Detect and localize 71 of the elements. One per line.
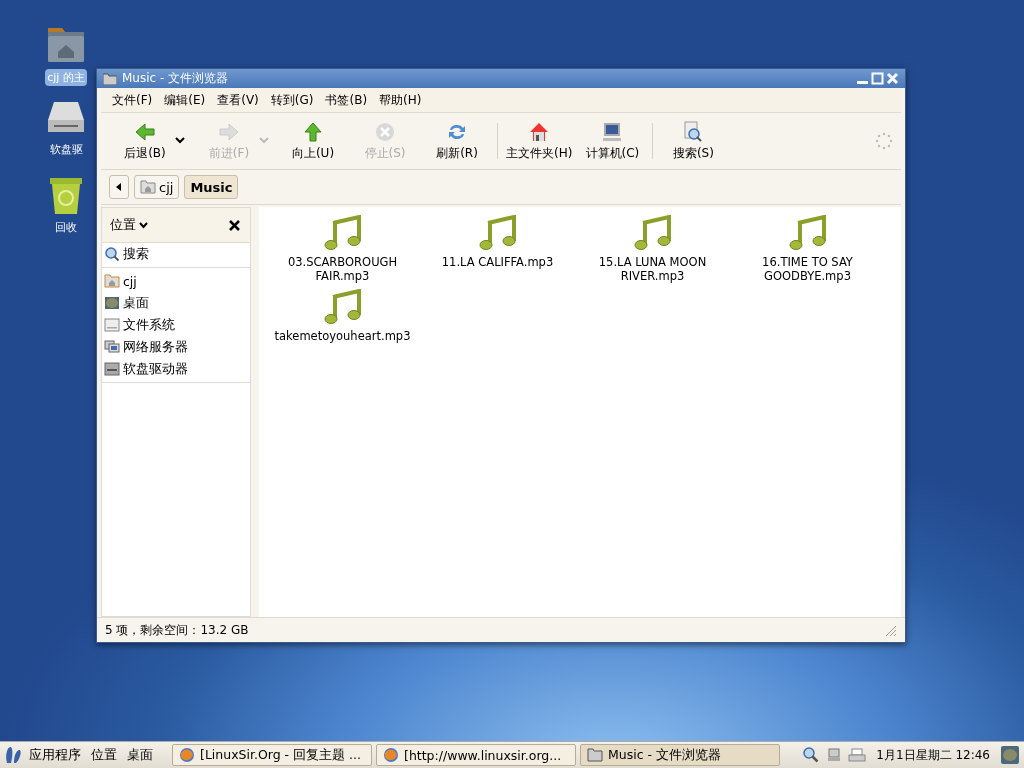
sidebar-item[interactable]: 桌面 (102, 292, 250, 314)
taskbar-button[interactable]: [LinuxSir.Org - 回复主题 ... (172, 744, 372, 766)
places-dropdown[interactable]: 位置 (106, 216, 152, 234)
search-icon (104, 246, 120, 262)
maximize-icon[interactable] (871, 72, 884, 85)
printer-icon[interactable] (848, 747, 867, 763)
show-desktop-icon[interactable] (1000, 745, 1020, 765)
desktop-icon (104, 296, 120, 310)
taskbar-button[interactable]: [http://www.linuxsir.org... (376, 744, 576, 766)
sidebar-item[interactable]: 软盘驱动器 (102, 358, 250, 380)
music-note-icon[interactable] (632, 215, 673, 251)
panel-menu[interactable]: 位置 (88, 746, 120, 764)
file-name[interactable]: 03.SCARBOROUGH FAIR.mp3 (272, 255, 413, 283)
file-name[interactable]: takemetoyouheart.mp3 (272, 329, 413, 343)
computer-icon (601, 120, 624, 143)
menu-item[interactable]: 书签(B) (320, 91, 373, 109)
toolbar-button[interactable]: 向上(U) (277, 118, 349, 164)
path-button[interactable]: Music (184, 175, 239, 199)
dropdown-caret-icon[interactable] (175, 137, 185, 145)
activity-spinner-icon (875, 132, 893, 150)
folder-icon (103, 72, 117, 85)
network-computers-icon (104, 340, 120, 354)
sidebar-item[interactable]: 文件系统 (102, 314, 250, 336)
toolbar-button[interactable]: 计算机(C) (576, 118, 649, 164)
menu-item[interactable]: 帮助(H) (374, 91, 427, 109)
stop-icon (374, 120, 396, 143)
desktop-icon-label[interactable]: 回收 (53, 219, 79, 236)
menu-item[interactable]: 编辑(E) (159, 91, 211, 109)
window-title: Music - 文件浏览器 (122, 70, 230, 87)
sidebar-item[interactable]: 网络服务器 (102, 336, 250, 358)
path-button[interactable]: cjj (134, 175, 180, 199)
sidebar-item[interactable]: 搜索 (102, 243, 250, 265)
file-name[interactable]: 11.LA CALIFFA.mp3 (427, 255, 568, 269)
drive-icon (104, 318, 120, 332)
taskbar-button[interactable]: Music - 文件浏览器 (580, 744, 780, 766)
resize-grip-icon[interactable] (883, 623, 897, 637)
left-arrow-icon (134, 120, 156, 143)
close-icon[interactable] (229, 219, 240, 231)
toolbar-button[interactable]: 搜索(S) (657, 118, 730, 164)
home-folder-icon (104, 274, 120, 288)
music-note-icon[interactable] (787, 215, 828, 251)
toolbar-button[interactable]: 后退(B) (109, 118, 181, 164)
menu-item[interactable]: 查看(V) (212, 91, 264, 109)
music-note-icon[interactable] (322, 289, 363, 325)
panel-menu[interactable]: 桌面 (124, 746, 156, 764)
left-caret-icon (116, 183, 122, 191)
menu-item[interactable]: 转到(G) (265, 91, 319, 109)
network-computer-icon[interactable] (826, 747, 843, 763)
up-arrow-icon (302, 120, 324, 143)
path-back-button[interactable] (109, 175, 129, 199)
status-text: 5 项，剩余空间：13.2 GB (105, 621, 249, 639)
search-icon[interactable] (802, 746, 821, 764)
toolbar-button[interactable]: 主文件夹(H) (502, 118, 577, 164)
floppy-drive-icon (104, 362, 120, 376)
menu-item[interactable]: 文件(F) (107, 91, 158, 109)
home-folder-icon (140, 180, 156, 194)
home-icon (528, 120, 551, 143)
browser-globe-icon (383, 747, 399, 763)
folder-icon (587, 748, 603, 762)
desktop-icon-label[interactable]: 软盘驱 (47, 141, 85, 158)
file-name[interactable]: 15.LA LUNA MOON RIVER.mp3 (582, 255, 723, 283)
sidebar-item[interactable]: cjj (102, 270, 250, 292)
browser-globe-icon (179, 747, 195, 763)
toolbar-button[interactable]: 刷新(R) (421, 118, 493, 164)
music-note-icon[interactable] (477, 215, 518, 251)
file-name[interactable]: 16.TIME TO SAY GOODBYE.mp3 (737, 255, 878, 283)
foot-logo-icon[interactable] (4, 745, 22, 765)
caret-icon (139, 221, 148, 229)
music-note-icon[interactable] (322, 215, 363, 251)
clock[interactable]: 1月1日星期二 12:46 (872, 746, 994, 764)
panel-menu[interactable]: 应用程序 (26, 746, 84, 764)
